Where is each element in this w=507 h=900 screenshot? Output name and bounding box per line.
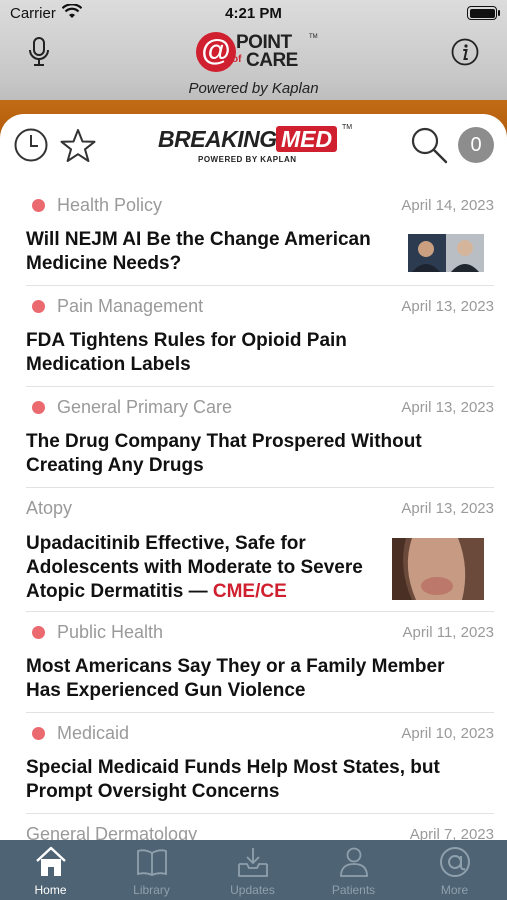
article-category: Atopy (26, 498, 73, 518)
article-item[interactable]: Pain Management April 13, 2023 FDA Tight… (26, 286, 494, 387)
brand-word-med: MED (276, 126, 338, 152)
brand-trademark: TM (342, 124, 353, 131)
home-icon (36, 846, 66, 876)
app-screen: Carrier 4:21 PM @ POINT of CARE TM Power… (0, 0, 507, 900)
info-icon[interactable] (451, 38, 479, 66)
clock-time: 4:21 PM (225, 5, 282, 22)
article-thumbnail (408, 234, 484, 272)
favorites-star-icon[interactable] (60, 128, 96, 164)
tab-patients[interactable]: Patients (303, 840, 404, 900)
logo-word-of: of (232, 54, 242, 65)
battery-icon (467, 6, 500, 20)
article-item[interactable]: General Primary Care April 13, 2023 The … (26, 387, 494, 488)
article-item[interactable]: Medicaid April 10, 2023 Special Medicaid… (26, 713, 494, 814)
article-category: Health Policy (57, 195, 163, 215)
brand-subtitle: POWERED BY KAPLAN (198, 155, 297, 164)
point-of-care-logo: @ POINT of CARE TM (196, 30, 318, 74)
article-title: Special Medicaid Funds Help Most States,… (26, 757, 440, 802)
article-title: Will NEJM AI Be the Change American Medi… (26, 229, 371, 274)
tab-label: Patients (331, 883, 376, 897)
notification-count-badge[interactable]: 0 (458, 127, 494, 163)
article-date: April 13, 2023 (401, 298, 494, 315)
tab-label: Updates (230, 883, 275, 897)
article-date: April 13, 2023 (401, 399, 494, 416)
breaking-med-logo: BREAKING MED TM POWERED BY KAPLAN (158, 124, 358, 170)
logo-word-care: CARE (246, 50, 298, 71)
cme-ce-tag[interactable]: CME/CE (213, 581, 287, 602)
tab-home[interactable]: Home (0, 840, 101, 900)
logo-at-mark: @ (196, 32, 236, 72)
article-date: April 11, 2023 (402, 624, 494, 641)
at-sign-icon (440, 847, 470, 877)
article-title: FDA Tightens Rules for Opioid Pain Medic… (26, 330, 347, 375)
status-bar: Carrier 4:21 PM (0, 0, 507, 28)
article-item[interactable]: Public Health April 11, 2023 Most Americ… (26, 612, 494, 713)
unread-dot (32, 727, 45, 740)
tab-label: Library (133, 883, 170, 897)
unread-dot (32, 199, 45, 212)
article-date: April 13, 2023 (401, 500, 494, 517)
tab-updates[interactable]: Updates (202, 840, 303, 900)
tab-label: More (440, 883, 469, 897)
article-item[interactable]: Atopy April 13, 2023 Upadacitinib Effect… (26, 488, 494, 612)
app-header: Carrier 4:21 PM @ POINT of CARE TM Power… (0, 0, 507, 100)
unread-dot (32, 401, 45, 414)
article-category: Medicaid (57, 723, 130, 743)
article-title: The Drug Company That Prospered Without … (26, 431, 422, 476)
tab-more[interactable]: More (404, 840, 505, 900)
powered-by-text: Powered by Kaplan (188, 80, 319, 97)
article-title-text: Upadacitinib Effective, Safe for Adolesc… (26, 533, 363, 602)
brand-word-breaking: BREAKING (158, 126, 277, 152)
download-tray-icon (238, 848, 268, 877)
article-category: General Primary Care (57, 397, 233, 417)
logo-trademark: TM (309, 34, 318, 40)
article-list: Health Policy April 14, 2023 Will NEJM A… (0, 185, 507, 874)
book-icon (137, 849, 167, 876)
article-title: Most Americans Say They or a Family Memb… (26, 656, 445, 701)
history-clock-icon[interactable] (14, 128, 48, 162)
article-item[interactable]: Health Policy April 14, 2023 Will NEJM A… (26, 185, 494, 286)
article-category: Public Health (57, 622, 164, 642)
person-icon (340, 847, 368, 877)
unread-dot (32, 300, 45, 313)
tab-label: Home (34, 883, 67, 897)
tab-library[interactable]: Library (101, 840, 202, 900)
article-title: Upadacitinib Effective, Safe for Adolesc… (26, 532, 386, 604)
article-thumbnail (392, 538, 484, 600)
article-date: April 14, 2023 (401, 197, 494, 214)
article-date: April 10, 2023 (401, 725, 494, 742)
search-icon[interactable] (410, 126, 448, 164)
tab-bar: Home Library Updates Patients More (0, 840, 507, 900)
unread-dot (32, 626, 45, 639)
article-category: Pain Management (57, 296, 204, 316)
microphone-icon[interactable] (26, 36, 52, 68)
